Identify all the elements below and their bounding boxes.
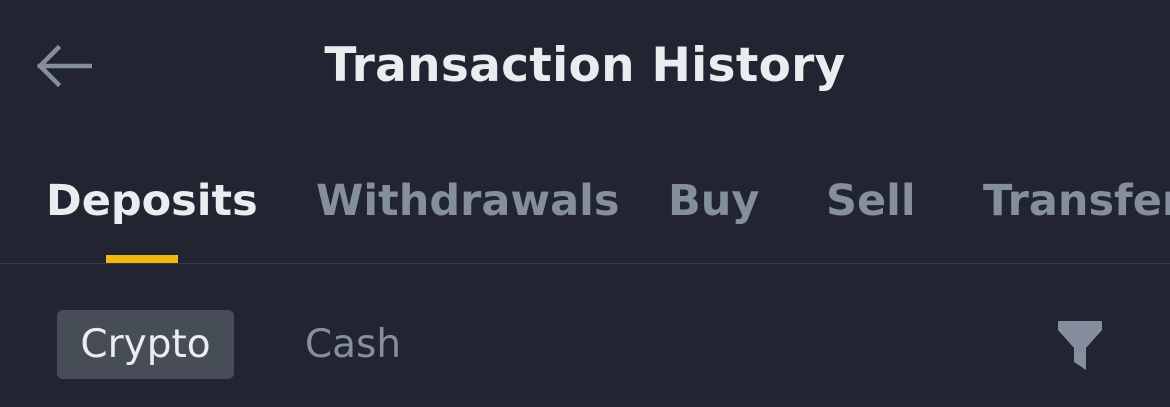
tab-deposits[interactable]: Deposits <box>46 174 258 228</box>
subtab-bar: Crypto Cash <box>0 300 1170 390</box>
tab-withdrawals[interactable]: Withdrawals <box>316 174 619 228</box>
tab-transfer[interactable]: Transfer <box>983 174 1170 228</box>
page-title: Transaction History <box>324 38 846 93</box>
active-tab-indicator <box>106 255 178 263</box>
filter-button[interactable] <box>1050 314 1110 378</box>
header: Transaction History <box>0 0 1170 132</box>
tab-bar: Deposits Withdrawals Buy Sell Transfer <box>0 160 1170 264</box>
subtab-crypto[interactable]: Crypto <box>57 310 234 379</box>
tab-buy[interactable]: Buy <box>668 174 759 228</box>
filter-icon <box>1058 321 1102 370</box>
tab-sell[interactable]: Sell <box>826 174 916 228</box>
subtab-cash[interactable]: Cash <box>288 310 418 379</box>
